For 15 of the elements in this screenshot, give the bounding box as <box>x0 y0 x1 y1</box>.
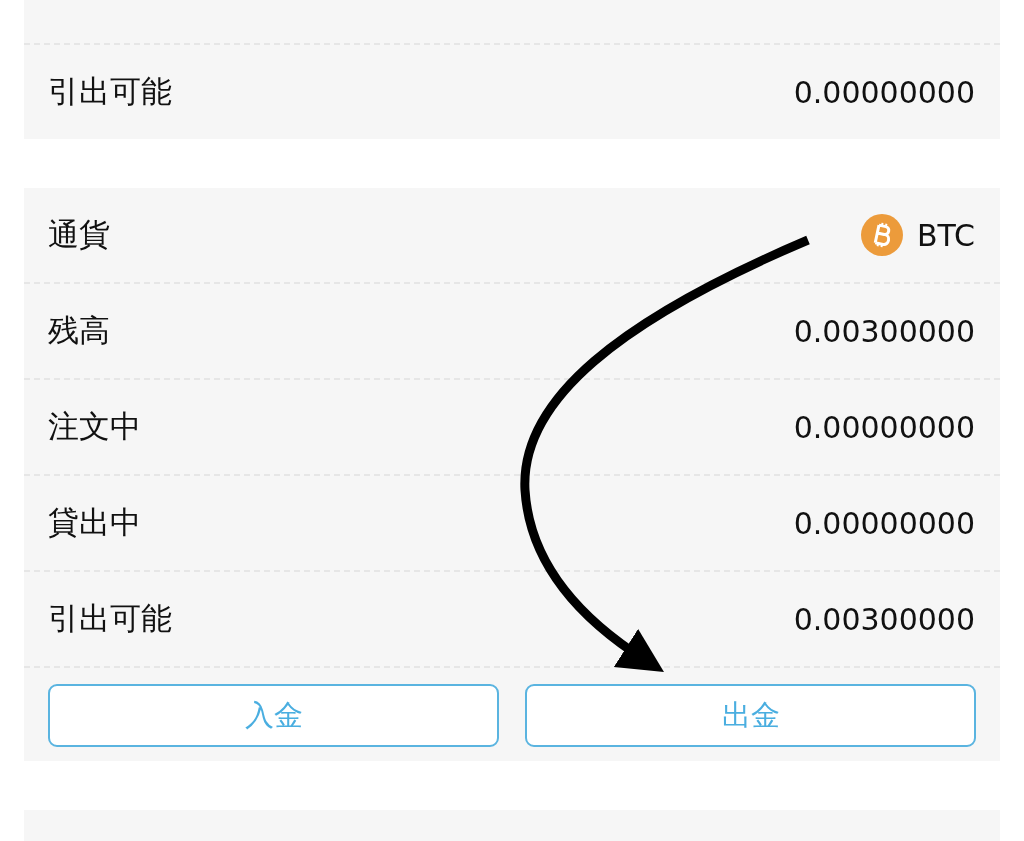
deposit-button[interactable]: 入金 <box>48 684 499 747</box>
row-label: 引出可能 <box>48 599 172 638</box>
currency-name: BTC <box>916 217 975 253</box>
row-label: 引出可能 <box>48 72 172 111</box>
row-label: 通貨 <box>48 215 110 254</box>
row-value: 0.00000000 <box>793 505 975 541</box>
row-value: 0.00000000 <box>793 74 975 110</box>
row-value: 0.00300000 <box>793 601 975 637</box>
row-value: 0.00300000 <box>793 313 975 349</box>
bitcoin-icon <box>860 214 903 256</box>
withdraw-button[interactable]: 出金 <box>525 684 976 747</box>
row-label: 残高 <box>48 311 110 350</box>
row-value: 0.00000000 <box>793 409 975 445</box>
row-label: 貸出中 <box>48 503 141 542</box>
row-label: 注文中 <box>48 407 141 446</box>
